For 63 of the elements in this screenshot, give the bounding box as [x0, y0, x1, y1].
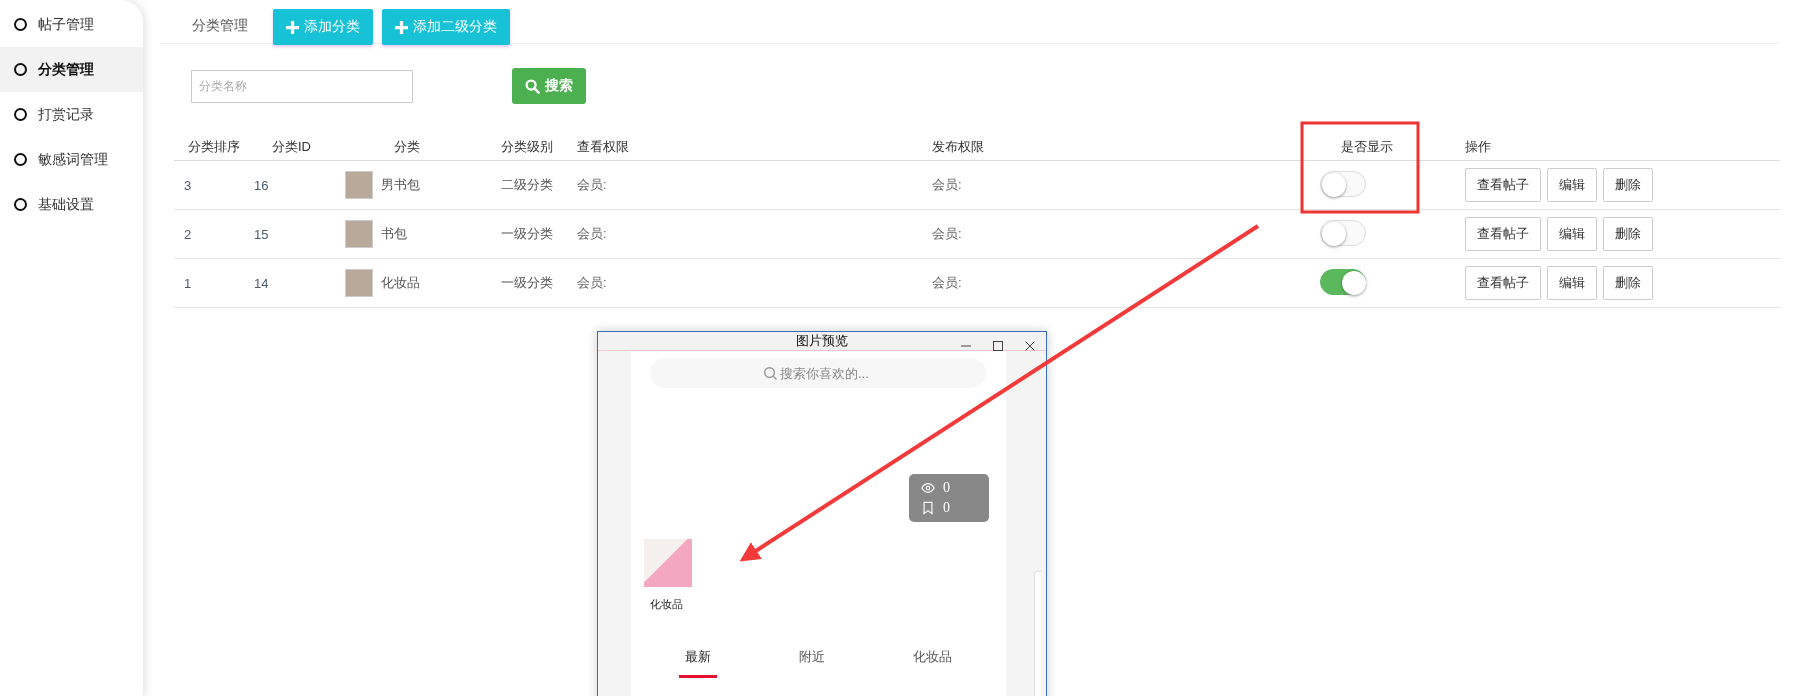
sidebar-item[interactable]: 分类管理	[0, 47, 143, 92]
photo-placeholder	[644, 539, 692, 587]
column-header: 分类排序	[187, 138, 241, 156]
category-name: 化妆品	[381, 274, 420, 292]
table-cell-text: 会员:	[576, 176, 608, 194]
window-title: 图片预览	[796, 332, 848, 350]
column-header: 查看权限	[576, 138, 630, 156]
feed-tab[interactable]: 化妆品	[907, 648, 958, 678]
bookmark-count: 0	[943, 500, 950, 516]
table-cell-text: 2	[183, 226, 193, 242]
table-cell-text: 14	[254, 275, 270, 291]
column-header: 操作	[1464, 138, 1492, 156]
feed-tab[interactable]: 附近	[793, 648, 831, 678]
feed-tab[interactable]: 最新	[679, 648, 717, 678]
table-cell-text: 会员:	[932, 225, 963, 243]
action-button[interactable]: 编辑	[1547, 168, 1597, 202]
eye-icon	[921, 481, 935, 495]
table-cell-text: 一级分类	[499, 225, 554, 243]
action-button[interactable]: 编辑	[1547, 217, 1597, 251]
search-field[interactable]: 分类名称	[191, 69, 413, 103]
search-icon	[525, 78, 540, 94]
table-cell-text: 会员:	[576, 274, 608, 292]
table-cell-text: 二级分类	[499, 176, 554, 194]
plus-icon	[395, 20, 408, 34]
action-button[interactable]: 删除	[1603, 168, 1653, 202]
search-field[interactable]: 搜索你喜欢的...	[650, 358, 986, 388]
action-button[interactable]: 编辑	[1547, 266, 1597, 300]
category-label: 化妆品	[650, 597, 683, 612]
sidebar-item[interactable]: 敏感词管理	[0, 137, 143, 182]
toggle-switch[interactable]	[1320, 269, 1366, 295]
action-button[interactable]: 查看帖子	[1465, 217, 1541, 251]
photo-placeholder	[345, 269, 373, 297]
table-cell-text: 会员:	[932, 274, 963, 292]
close-icon[interactable]	[1024, 340, 1036, 352]
column-header: 是否显示	[1340, 138, 1394, 156]
action-button[interactable]: 查看帖子	[1465, 168, 1541, 202]
table-cell-text: 一级分类	[499, 274, 554, 292]
sidebar-item[interactable]: 打赏记录	[0, 92, 143, 137]
action-button[interactable]: 查看帖子	[1465, 266, 1541, 300]
maximize-icon[interactable]	[992, 340, 1004, 352]
table-cell-text: 会员:	[576, 225, 608, 243]
column-header: 分类ID	[271, 138, 312, 156]
category-name: 书包	[381, 225, 407, 243]
bookmark-icon	[921, 501, 935, 515]
search-icon	[763, 366, 778, 381]
column-header: 分类级别	[499, 138, 554, 156]
view-count: 0	[943, 480, 950, 496]
sidebar-item[interactable]: 基础设置	[0, 182, 143, 227]
table-cell-text: 会员:	[932, 176, 963, 194]
column-header: 发布权限	[932, 138, 985, 156]
sidebar-item[interactable]: 帖子管理	[0, 2, 143, 47]
photo-placeholder	[345, 171, 373, 199]
photo-placeholder	[345, 220, 373, 248]
category-name: 男书包	[381, 176, 420, 194]
table-cell-text: 3	[183, 177, 193, 193]
table-cell-text: 15	[254, 226, 270, 242]
table-cell-text: 16	[254, 177, 270, 193]
table-cell-text: 1	[183, 275, 193, 291]
page-tab[interactable]: 分类管理	[177, 17, 264, 43]
action-button[interactable]: 删除	[1603, 217, 1653, 251]
action-button[interactable]: 删除	[1603, 266, 1653, 300]
plus-icon	[286, 20, 299, 34]
column-header: 分类	[392, 138, 421, 156]
